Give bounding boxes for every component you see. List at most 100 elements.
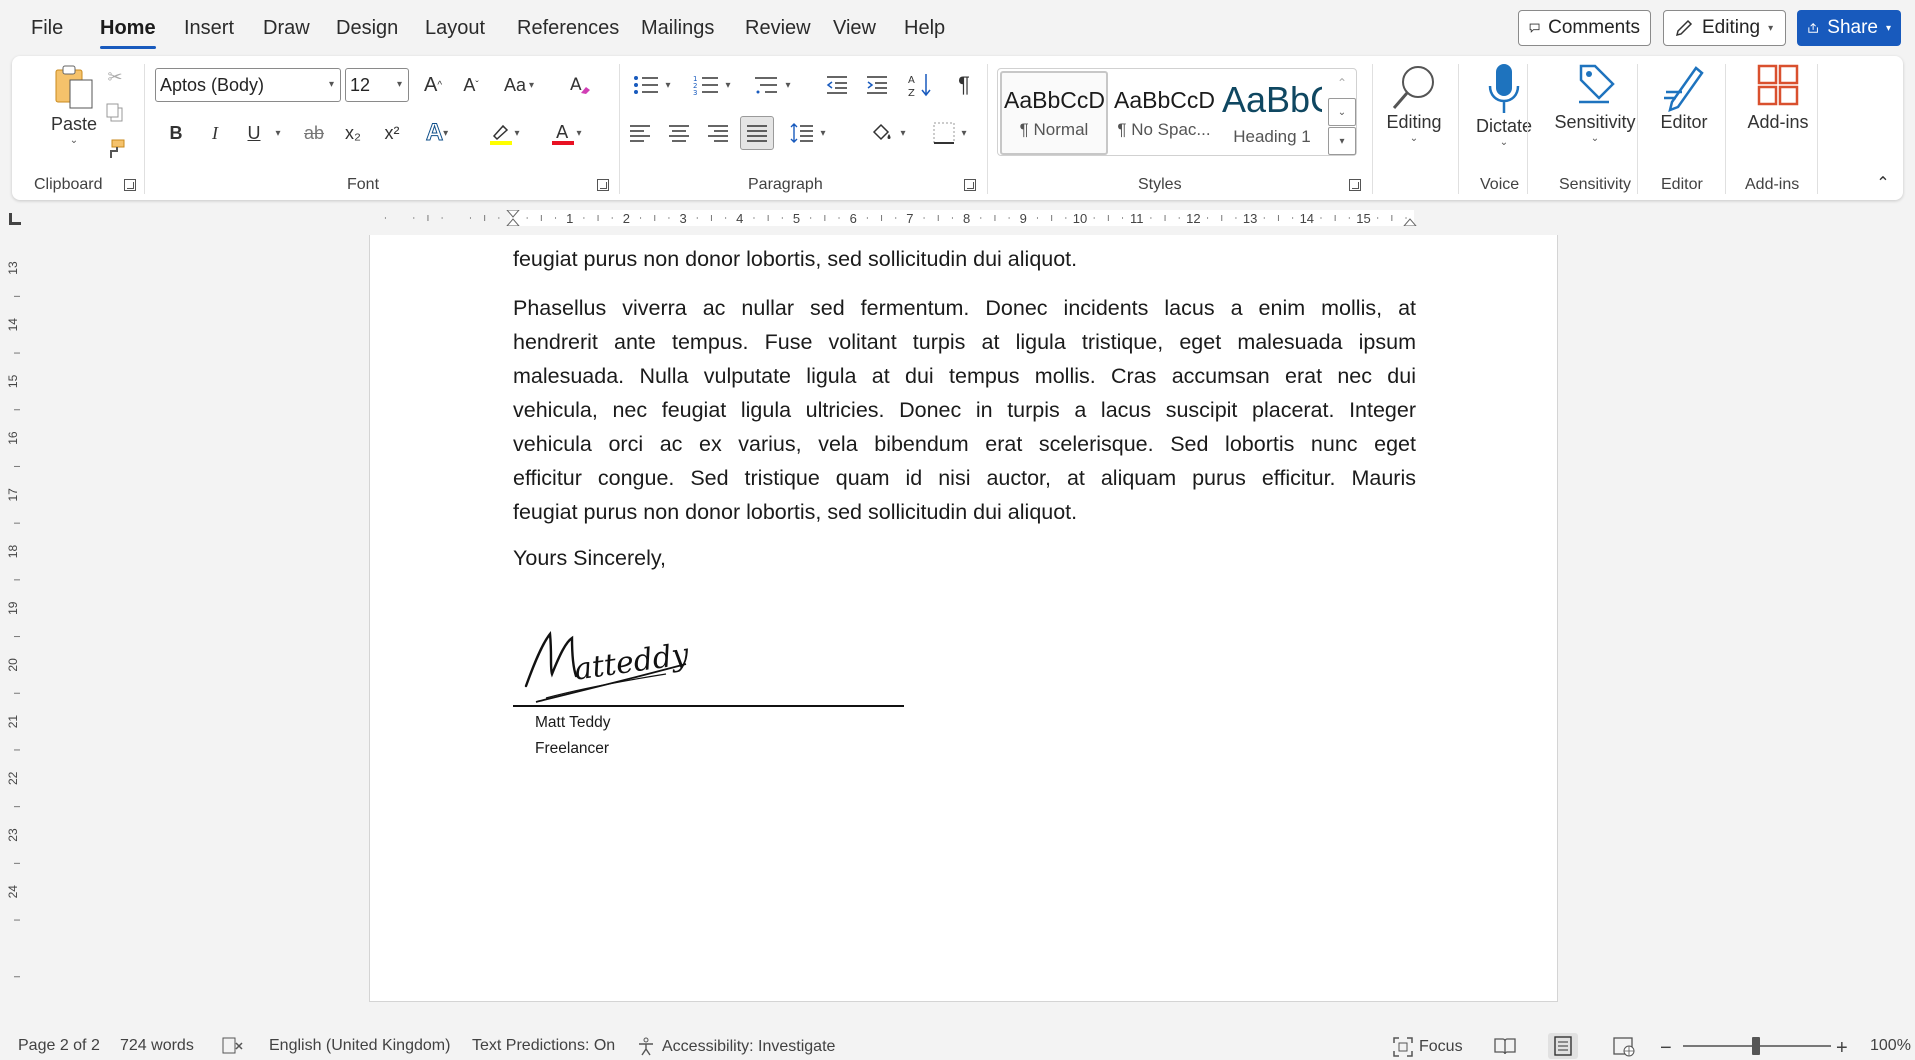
grow-font-icon[interactable]: A^	[417, 68, 449, 102]
zoom-out-icon[interactable]: −	[1660, 1037, 1672, 1060]
text-line: malesuada. Nulla vulputate ligula at dui…	[513, 359, 1416, 393]
styles-gallery: AaBbCcDd ¶ Normal AaBbCcDd ¶ No Spac... …	[997, 68, 1357, 156]
show-formatting-marks-icon[interactable]: ¶	[948, 68, 980, 102]
addins-button[interactable]: Add-ins	[1730, 62, 1826, 133]
zoom-in-icon[interactable]: +	[1836, 1037, 1848, 1060]
tab-insert[interactable]: Insert	[184, 17, 234, 40]
tab-layout[interactable]: Layout	[425, 17, 485, 40]
format-painter-icon[interactable]	[100, 134, 130, 164]
ruler-number: 2	[623, 211, 630, 226]
comments-button[interactable]: Comments	[1518, 10, 1651, 46]
editing-button[interactable]: Editing ⌄	[1376, 62, 1452, 144]
tab-selector-icon[interactable]	[9, 213, 21, 225]
numbering-button[interactable]: 123 ▾	[686, 68, 738, 102]
font-launcher-icon[interactable]	[597, 179, 609, 191]
tab-review[interactable]: Review	[745, 17, 811, 40]
styles-scroll-up-icon[interactable]: ⌃	[1328, 69, 1356, 97]
read-mode-icon[interactable]	[1494, 1037, 1516, 1055]
clear-formatting-icon[interactable]: A	[564, 68, 596, 102]
paragraph-1-tail[interactable]: feugiat purus non donor lobortis, sed so…	[513, 242, 1416, 276]
focus-mode-button[interactable]: Focus	[1393, 1037, 1463, 1057]
tab-view[interactable]: View	[833, 17, 876, 40]
decrease-indent-icon[interactable]	[821, 68, 853, 102]
shading-button[interactable]: ▾	[862, 118, 914, 148]
web-layout-icon[interactable]	[1613, 1037, 1635, 1057]
font-name-combo[interactable]: Aptos (Body) ▾	[155, 68, 341, 102]
change-case-button[interactable]: Aa▾	[496, 68, 542, 102]
italic-button[interactable]: I	[200, 118, 230, 148]
right-indent-marker[interactable]	[1404, 219, 1416, 226]
ruler-number: 7	[906, 211, 913, 226]
justify-icon[interactable]	[740, 116, 774, 150]
tab-home[interactable]: Home	[100, 17, 156, 40]
signature-image[interactable]: atteddy	[516, 624, 696, 708]
signature-title[interactable]: Freelancer	[535, 740, 609, 758]
word-count[interactable]: 724 words	[120, 1037, 194, 1055]
subscript-button[interactable]: x₂	[338, 118, 368, 148]
font-color-button[interactable]: A ▾	[540, 118, 592, 148]
sensitivity-button[interactable]: Sensitivity ⌄	[1532, 62, 1658, 144]
shrink-font-icon[interactable]: Aˇ	[455, 68, 487, 102]
text-predictions[interactable]: Text Predictions: On	[472, 1037, 615, 1055]
collapse-ribbon-icon[interactable]: ⌃	[1872, 172, 1894, 194]
editor-button[interactable]: Editor	[1642, 62, 1726, 133]
styles-more-icon[interactable]: ▾	[1328, 127, 1356, 155]
highlight-color-button[interactable]: ▾	[478, 118, 530, 148]
chevron-down-icon: ▾	[961, 128, 966, 139]
underline-button[interactable]: U	[239, 118, 269, 148]
superscript-button[interactable]: x²	[377, 118, 407, 148]
horizontal-ruler[interactable]: 123456789101112131415	[368, 210, 1548, 226]
style-no-spacing[interactable]: AaBbCcDd ¶ No Spac...	[1110, 71, 1218, 155]
paragraph-2[interactable]: Phasellus viverra ac nullar sed fermentu…	[513, 291, 1416, 529]
left-indent-marker[interactable]	[507, 219, 519, 226]
tab-design[interactable]: Design	[336, 17, 398, 40]
paragraph-launcher-icon[interactable]	[964, 179, 976, 191]
language-indicator[interactable]: English (United Kingdom)	[269, 1037, 450, 1055]
print-layout-icon[interactable]	[1548, 1033, 1578, 1059]
share-button[interactable]: Share ▾	[1797, 10, 1901, 46]
styles-scroll-down-icon[interactable]: ⌄	[1328, 98, 1356, 126]
bullets-button[interactable]: ▾	[626, 68, 678, 102]
tab-mailings[interactable]: Mailings	[641, 17, 714, 40]
increase-indent-icon[interactable]	[861, 68, 893, 102]
text-effects-button[interactable]: A▾	[417, 118, 457, 148]
align-right-icon[interactable]	[702, 118, 734, 148]
style-normal[interactable]: AaBbCcDd ¶ Normal	[1000, 71, 1108, 155]
chevron-down-icon: ▾	[1768, 23, 1773, 34]
line-spacing-button[interactable]: ▾	[782, 118, 834, 148]
clipboard-launcher-icon[interactable]	[124, 179, 136, 191]
borders-button[interactable]: ▾	[924, 118, 976, 148]
tab-references[interactable]: References	[517, 17, 619, 40]
copy-icon[interactable]	[100, 98, 130, 128]
chevron-down-icon: ⌄	[1410, 133, 1418, 144]
proofing-button[interactable]	[222, 1037, 244, 1055]
style-heading-1[interactable]: AaBbCc Heading 1	[1218, 71, 1326, 155]
cut-icon[interactable]: ✂	[100, 62, 130, 92]
editing-mode-button[interactable]: Editing ▾	[1663, 10, 1786, 46]
vertical-ruler[interactable]: 131415161718192021222324	[4, 230, 30, 1020]
tab-file[interactable]: File	[31, 17, 63, 40]
strikethrough-button[interactable]: ab	[298, 118, 330, 148]
group-separator	[1817, 64, 1818, 194]
zoom-slider-thumb[interactable]	[1752, 1037, 1760, 1055]
sort-icon[interactable]: AZ	[904, 68, 936, 102]
font-size-combo[interactable]: 12 ▾	[345, 68, 409, 102]
page-count[interactable]: Page 2 of 2	[18, 1037, 100, 1055]
tab-draw[interactable]: Draw	[263, 17, 310, 40]
zoom-level[interactable]: 100%	[1870, 1037, 1911, 1055]
align-center-icon[interactable]	[663, 118, 695, 148]
change-case-label: Aa	[504, 75, 526, 96]
align-left-icon[interactable]	[624, 118, 656, 148]
style-name: ¶ Normal	[1020, 120, 1089, 140]
addins-group-label: Add-ins	[1745, 176, 1799, 194]
tab-help[interactable]: Help	[904, 17, 945, 40]
chevron-down-icon[interactable]: ▾	[271, 128, 285, 139]
closing-line[interactable]: Yours Sincerely,	[513, 546, 666, 571]
line-spacing-icon	[790, 122, 814, 144]
accessibility-checker[interactable]: Accessibility: Investigate	[636, 1037, 835, 1057]
multilevel-list-button[interactable]: ▾	[746, 68, 798, 102]
first-line-indent-marker[interactable]	[507, 210, 519, 217]
signature-name[interactable]: Matt Teddy	[535, 714, 611, 732]
bold-button[interactable]: B	[161, 118, 191, 148]
styles-launcher-icon[interactable]	[1349, 179, 1361, 191]
